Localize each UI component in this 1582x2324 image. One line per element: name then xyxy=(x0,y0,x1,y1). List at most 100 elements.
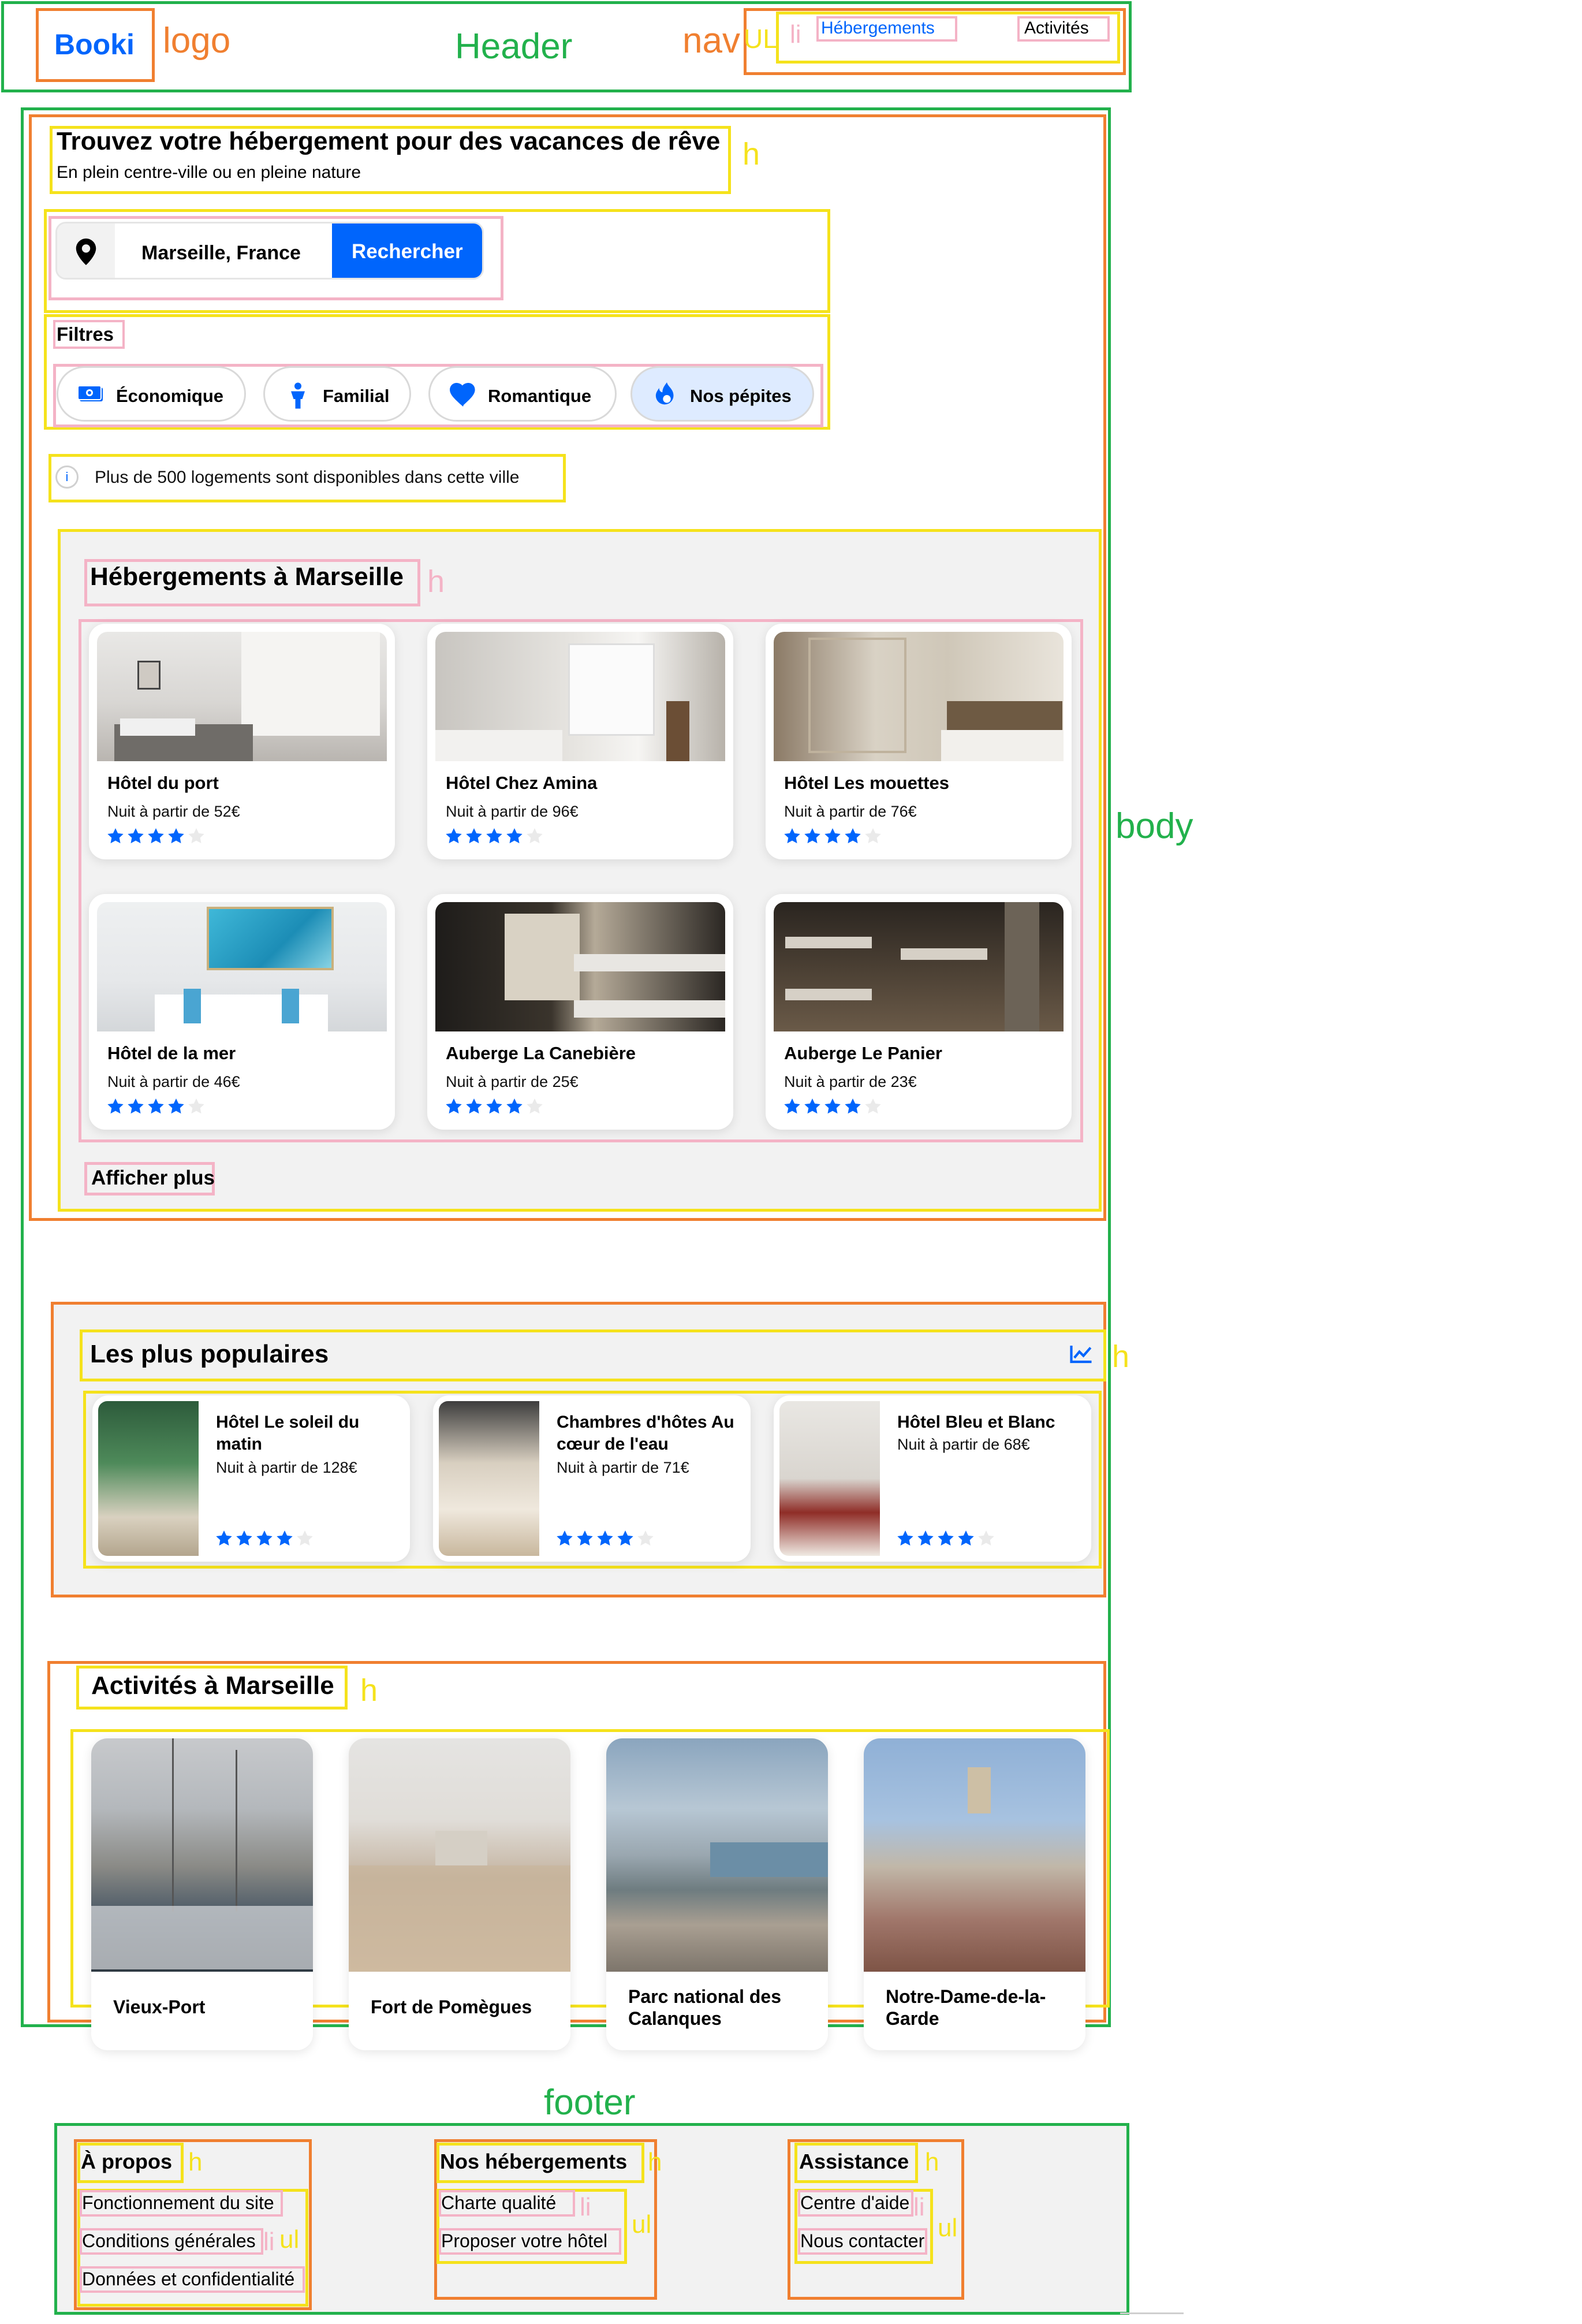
hebergement-card[interactable]: Hôtel du port Nuit à partir de 52€ xyxy=(89,624,395,859)
footer-link[interactable]: Charte qualité xyxy=(441,2192,556,2214)
rating-stars xyxy=(555,1529,656,1548)
filter-romantique[interactable]: Romantique xyxy=(428,366,617,422)
star-filled-icon xyxy=(446,1098,462,1114)
rating-stars xyxy=(106,1097,207,1116)
filter-nos-pepites[interactable]: Nos pépites xyxy=(630,366,814,422)
body-annotation-label: body xyxy=(1115,806,1193,846)
populaire-card[interactable]: Chambres d'hôtes Au cœur de l'eau Nuit à… xyxy=(433,1395,751,1562)
star-filled-icon xyxy=(506,828,523,844)
footer-col-hebergements-li-annotation-label: li xyxy=(580,2193,591,2221)
hebergement-price: Nuit à partir de 46€ xyxy=(107,1073,240,1090)
hero-title: Trouvez votre hébergement pour des vacan… xyxy=(57,127,721,155)
info-text: Plus de 500 logements sont disponibles d… xyxy=(95,468,520,487)
hebergements-title: Hébergements à Marseille xyxy=(90,563,404,591)
filter-familial-label: Familial xyxy=(323,386,390,406)
activite-name: Fort de Pomègues xyxy=(371,1997,532,2017)
activite-card[interactable]: Vieux-Port xyxy=(91,1738,313,2050)
rating-stars xyxy=(783,1097,884,1116)
map-pin-icon xyxy=(76,239,96,265)
heart-icon xyxy=(450,383,475,407)
star-filled-icon xyxy=(148,828,164,844)
hebergement-name: Hôtel de la mer xyxy=(107,1043,236,1063)
star-filled-icon xyxy=(128,1098,144,1114)
star-filled-icon xyxy=(107,1098,124,1114)
populaire-card[interactable]: Hôtel Le soleil du matin Nuit à partir d… xyxy=(92,1395,410,1562)
star-filled-icon xyxy=(256,1530,273,1546)
activite-card[interactable]: Fort de Pomègues xyxy=(349,1738,570,2050)
rating-stars xyxy=(783,827,884,846)
populaire-name: Hôtel Bleu et Blanc xyxy=(897,1413,1055,1432)
nav-link-hebergements[interactable]: Hébergements xyxy=(821,18,935,38)
footer-col-assistance-li-annotation-label: li xyxy=(913,2193,925,2221)
star-filled-icon xyxy=(958,1530,974,1546)
star-filled-icon xyxy=(897,1530,913,1546)
star-filled-icon xyxy=(216,1530,232,1546)
populaire-image xyxy=(439,1401,539,1556)
logo-annotation-label: logo xyxy=(163,21,231,61)
hebergement-price: Nuit à partir de 23€ xyxy=(784,1073,917,1090)
footer-link[interactable]: Nous contacter xyxy=(800,2230,924,2252)
logo-text-end: ki xyxy=(110,28,135,61)
star-filled-icon xyxy=(486,828,502,844)
populaire-price: Nuit à partir de 71€ xyxy=(557,1459,689,1476)
star-filled-icon xyxy=(107,828,124,844)
ul-annotation-label: UL xyxy=(744,24,778,54)
hebergement-price: Nuit à partir de 52€ xyxy=(107,803,240,820)
hebergement-name: Auberge Le Panier xyxy=(784,1043,942,1063)
activites-title: Activités à Marseille xyxy=(91,1671,334,1700)
hebergement-card[interactable]: Hôtel de la mer Nuit à partir de 46€ xyxy=(89,894,395,1130)
trend-chart-icon[interactable] xyxy=(1069,1343,1094,1364)
star-filled-icon xyxy=(486,1098,502,1114)
footer-link[interactable]: Proposer votre hôtel xyxy=(441,2230,607,2252)
hebergement-card[interactable]: Hôtel Les mouettes Nuit à partir de 76€ xyxy=(766,624,1072,859)
footer-col-assistance-ul-annotation-label: ul xyxy=(938,2214,958,2242)
star-filled-icon xyxy=(824,1098,841,1114)
search-input[interactable]: Marseille, France xyxy=(141,242,301,265)
hebergement-price: Nuit à partir de 76€ xyxy=(784,803,917,820)
activite-card[interactable]: Parc national des Calanques xyxy=(606,1738,828,2050)
star-filled-icon xyxy=(506,1098,523,1114)
star-filled-icon xyxy=(168,828,184,844)
star-filled-icon xyxy=(236,1530,252,1546)
footer-link[interactable]: Données et confidentialité xyxy=(82,2269,294,2290)
search-button-label: Rechercher xyxy=(352,240,463,263)
nav-annotation-label: nav xyxy=(682,21,740,61)
filter-economique[interactable]: Économique xyxy=(57,366,246,422)
activite-name: Parc national des Calanques xyxy=(628,1986,781,2029)
filter-economique-label: Économique xyxy=(116,386,224,406)
filter-familial[interactable]: Familial xyxy=(263,366,411,422)
populaire-card[interactable]: Hôtel Bleu et Blanc Nuit à partir de 68€ xyxy=(774,1395,1091,1562)
rating-stars xyxy=(896,1529,997,1548)
hero-subtitle: En plein centre-ville ou en pleine natur… xyxy=(57,163,361,182)
star-filled-icon xyxy=(804,1098,820,1114)
hebergement-card[interactable]: Auberge Le Panier Nuit à partir de 23€ xyxy=(766,894,1072,1130)
rating-stars xyxy=(215,1529,316,1548)
hebergement-card[interactable]: Hôtel Chez Amina Nuit à partir de 96€ xyxy=(427,624,733,859)
star-filled-icon xyxy=(617,1530,633,1546)
footer-col-apropos-li-annotation-label: li xyxy=(263,2228,275,2256)
star-filled-icon xyxy=(148,1098,164,1114)
footer-hebergements-title: Nos hébergements xyxy=(440,2150,628,2173)
nav-link-activites[interactable]: Activités xyxy=(1024,18,1089,38)
star-empty-icon xyxy=(297,1530,313,1546)
footer-link[interactable]: Conditions générales xyxy=(82,2230,256,2252)
star-empty-icon xyxy=(527,1098,543,1114)
hebergement-card[interactable]: Auberge La Canebière Nuit à partir de 25… xyxy=(427,894,733,1130)
populaire-image xyxy=(98,1401,199,1556)
search-button[interactable]: Rechercher xyxy=(332,224,482,278)
search-form: Marseille, France Rechercher xyxy=(55,222,484,280)
logo[interactable]: Booki xyxy=(54,28,135,61)
li-annotation-label: li xyxy=(790,20,801,49)
hebergement-name: Hôtel du port xyxy=(107,773,219,793)
star-filled-icon xyxy=(784,1098,800,1114)
footer-baseline xyxy=(1120,2312,1184,2314)
activite-card[interactable]: Notre-Dame-de-la-Garde xyxy=(864,1738,1085,2050)
money-icon xyxy=(78,385,103,401)
person-icon xyxy=(291,382,305,409)
footer-link[interactable]: Centre d'aide xyxy=(800,2192,909,2214)
star-filled-icon xyxy=(277,1530,293,1546)
star-filled-icon xyxy=(845,1098,861,1114)
afficher-plus-button[interactable]: Afficher plus xyxy=(91,1167,215,1190)
star-empty-icon xyxy=(188,1098,204,1114)
footer-link[interactable]: Fonctionnement du site xyxy=(82,2192,274,2214)
